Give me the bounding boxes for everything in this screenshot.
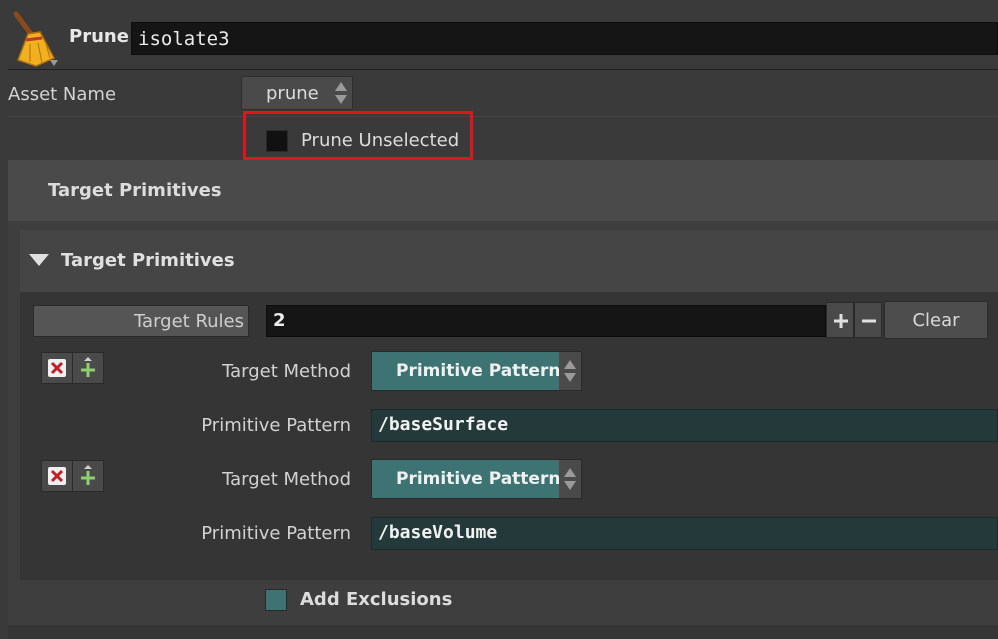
target-method-dropdown[interactable]: Primitive Pattern <box>371 351 582 391</box>
collapse-triangle-icon[interactable] <box>29 254 49 266</box>
target-method-value: Primitive Pattern <box>396 469 561 489</box>
asset-name-value: prune <box>266 83 319 104</box>
spinner-arrows-icon <box>564 468 576 490</box>
target-rules-label: Target Rules <box>33 305 249 337</box>
green-plus-icon <box>81 465 95 485</box>
red-x-icon <box>48 359 66 377</box>
target-rules-count-field[interactable]: 2 <box>266 305 826 337</box>
minus-icon <box>862 319 876 323</box>
add-exclusions-label: Add Exclusions <box>300 589 453 610</box>
add-rule-button[interactable] <box>826 302 854 338</box>
plus-icon <box>834 314 848 328</box>
highlight-annotation <box>243 111 473 160</box>
primitive-pattern-field[interactable]: /baseSurface <box>371 409 998 442</box>
target-method-label: Target Method <box>222 361 351 382</box>
tab-target-primitives[interactable]: Target Primitives <box>48 180 222 201</box>
node-name-field[interactable]: isolate3 <box>131 22 998 55</box>
spinner-arrows-icon <box>564 360 576 382</box>
insert-entry-button[interactable] <box>72 352 104 384</box>
broom-icon <box>13 11 58 67</box>
spinner-box <box>559 352 581 390</box>
remove-rule-button[interactable] <box>854 302 882 338</box>
primitive-pattern-label: Primitive Pattern <box>201 415 351 436</box>
asset-name-dropdown[interactable]: prune <box>241 76 353 110</box>
asset-divider <box>8 116 998 117</box>
add-exclusions-checkbox[interactable] <box>265 589 287 611</box>
spinner-arrows-icon <box>335 82 347 104</box>
delete-entry-button[interactable] <box>41 460 73 492</box>
primitive-pattern-label: Primitive Pattern <box>201 523 351 544</box>
target-method-dropdown[interactable]: Primitive Pattern <box>371 459 582 499</box>
target-method-label: Target Method <box>222 469 351 490</box>
next-section-strip <box>8 625 998 639</box>
node-type-label: Prune <box>69 26 129 47</box>
red-x-icon <box>48 467 66 485</box>
spinner-box <box>559 460 581 498</box>
target-method-value: Primitive Pattern <box>396 361 561 381</box>
section-title: Target Primitives <box>61 250 235 271</box>
header-divider <box>8 69 998 70</box>
primitive-pattern-field[interactable]: /baseVolume <box>371 517 998 550</box>
green-plus-icon <box>81 357 95 377</box>
delete-entry-button[interactable] <box>41 352 73 384</box>
asset-name-label: Asset Name <box>8 84 117 105</box>
clear-rules-button[interactable]: Clear <box>884 301 988 339</box>
insert-entry-button[interactable] <box>72 460 104 492</box>
